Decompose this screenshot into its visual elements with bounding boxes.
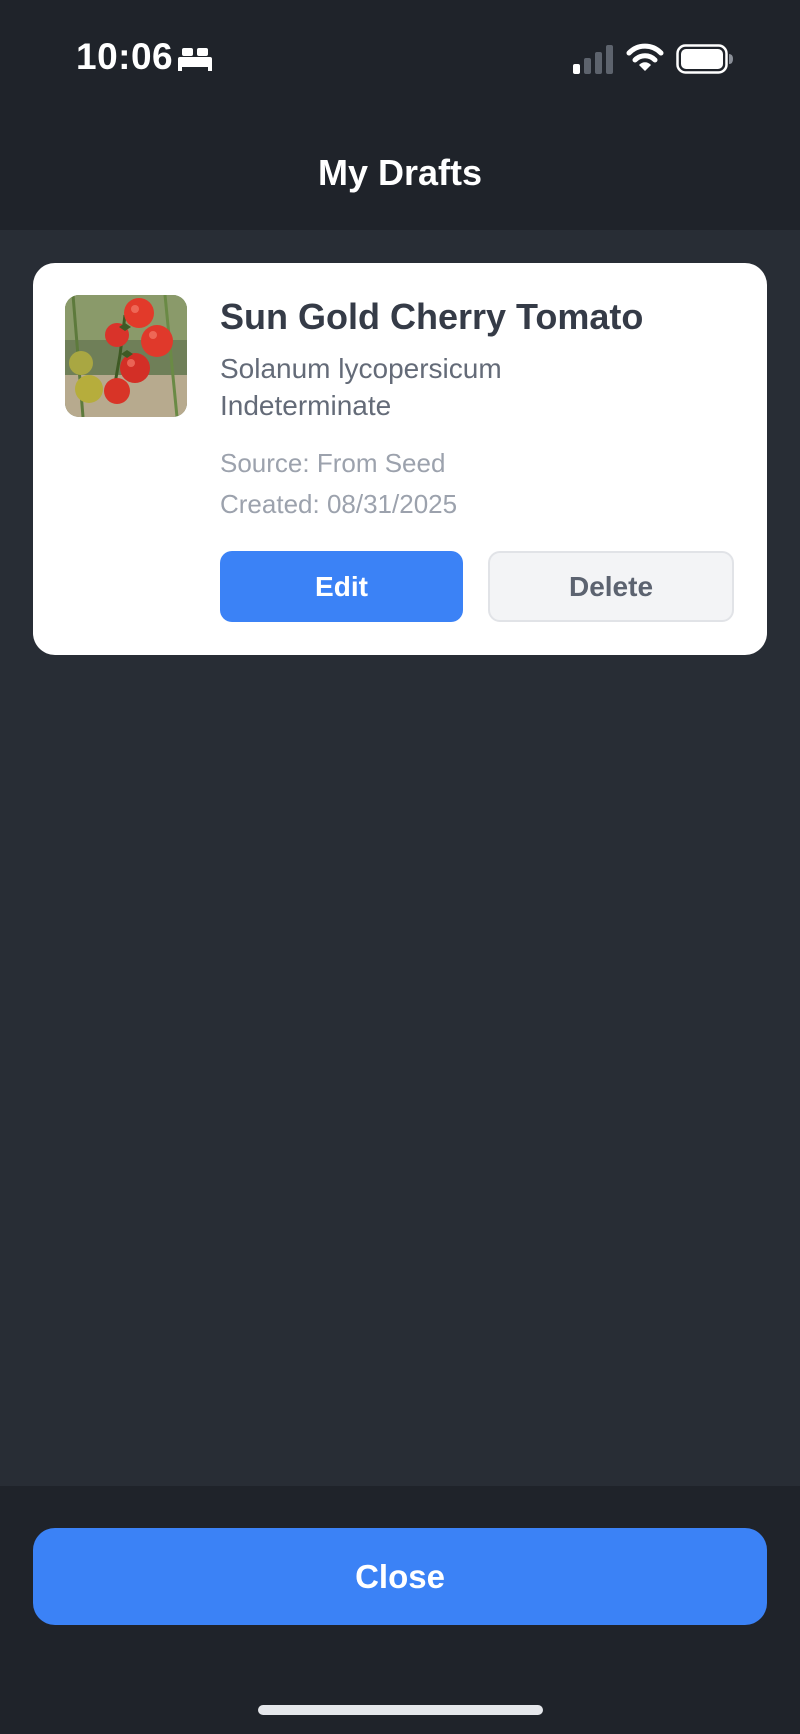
delete-button[interactable]: Delete (488, 551, 734, 622)
cellular-signal-icon (573, 45, 613, 74)
status-bar: 10:06 (0, 0, 800, 112)
draft-card: Sun Gold Cherry Tomato Solanum lycopersi… (33, 263, 767, 655)
plant-growth-type: Indeterminate (220, 390, 392, 421)
nav-bar: My Drafts (0, 112, 800, 230)
footer: Close (0, 1486, 800, 1734)
edit-button[interactable]: Edit (220, 551, 463, 622)
status-time: 10:06 (76, 36, 174, 77)
battery-icon (676, 44, 733, 74)
home-indicator[interactable] (258, 1705, 543, 1715)
wifi-icon (626, 43, 664, 71)
plant-scientific-name: Solanum lycopersicum (220, 353, 502, 384)
tomato-photo (65, 295, 187, 417)
plant-source: Source: From Seed (220, 448, 446, 478)
bed-icon (178, 48, 212, 71)
page-title: My Drafts (317, 152, 483, 193)
plant-created-date: Created: 08/31/2025 (220, 489, 458, 519)
close-button[interactable]: Close (33, 1528, 767, 1625)
plant-thumbnail (65, 295, 187, 417)
plant-name: Sun Gold Cherry Tomato (220, 296, 644, 337)
